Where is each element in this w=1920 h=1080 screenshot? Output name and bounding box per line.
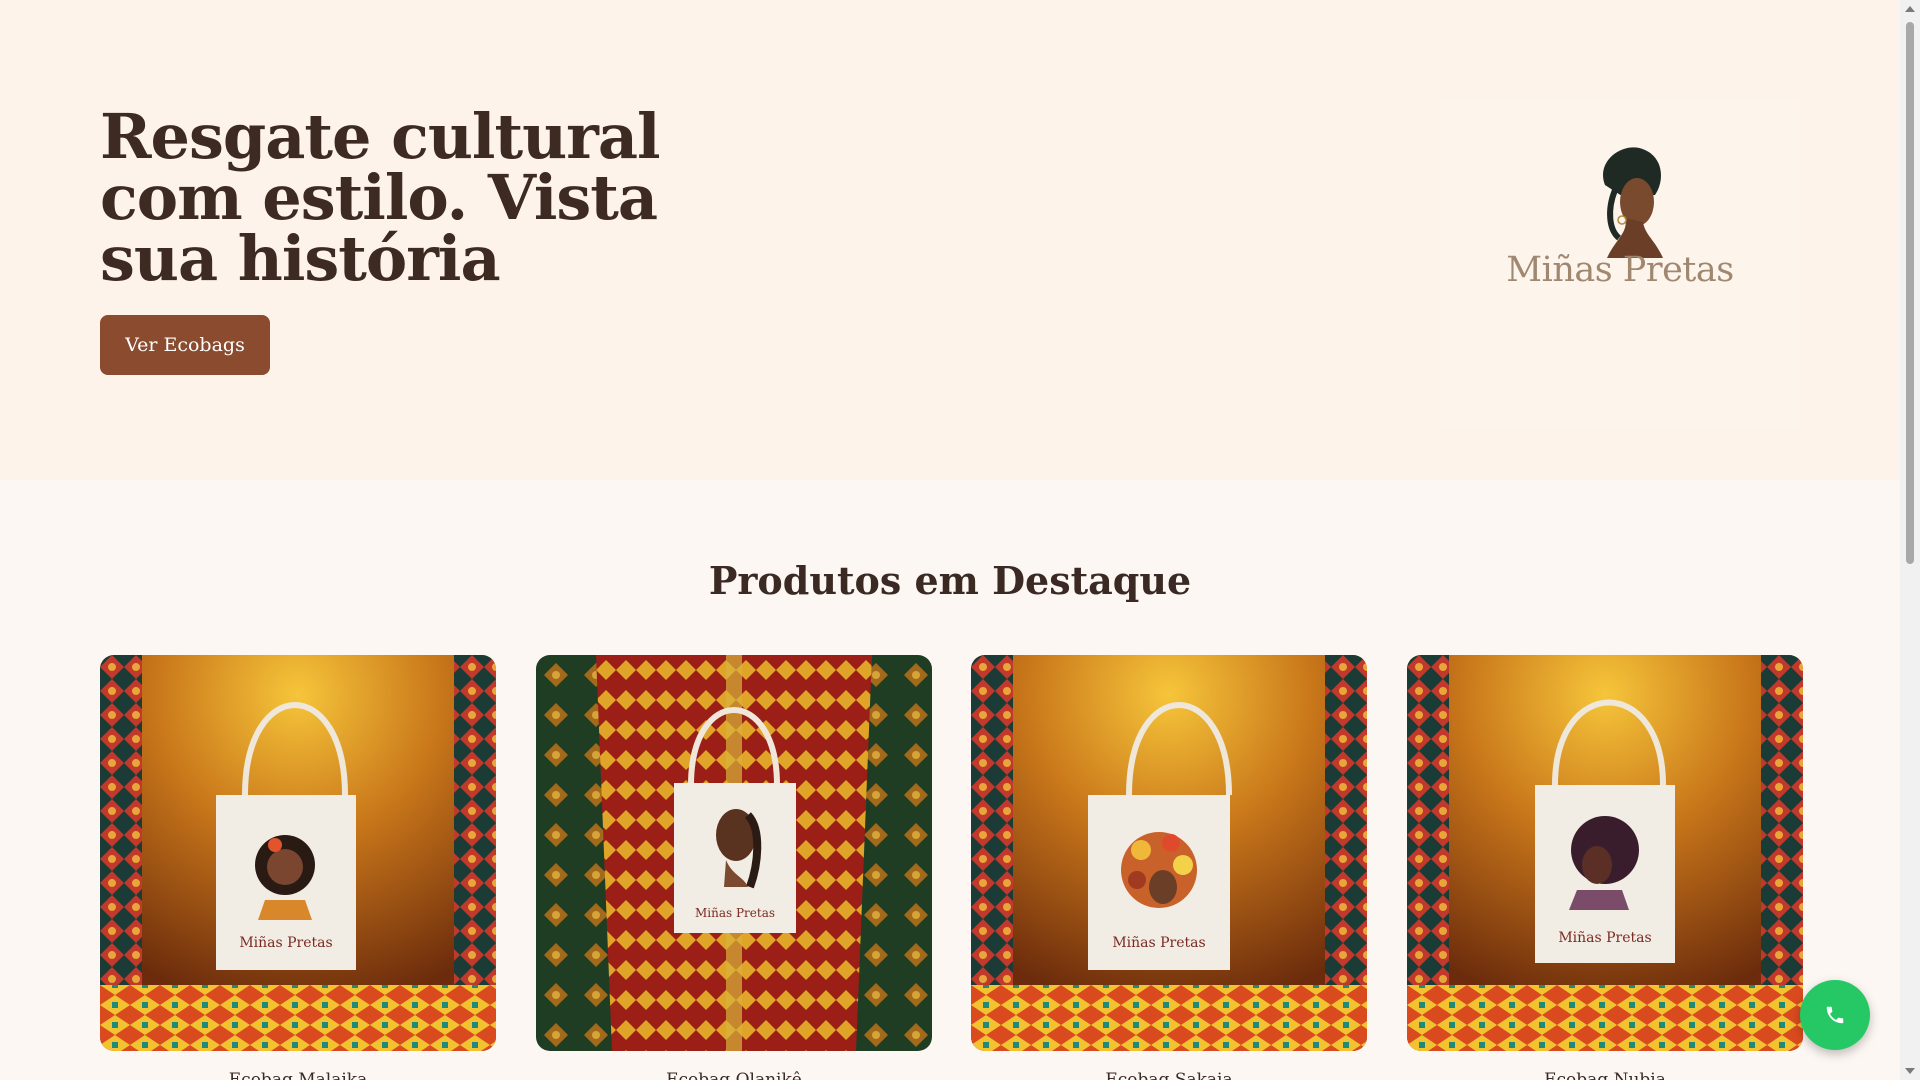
scroll-thumb[interactable] [1906, 22, 1914, 564]
bag-brand-text: Miñas Pretas [239, 935, 332, 951]
bag-brand-text: Miñas Pretas [695, 906, 775, 920]
page-scrollbar[interactable] [1900, 0, 1920, 1080]
product-image: Miñas Pretas [1407, 655, 1803, 1051]
phone-icon [1826, 1006, 1844, 1024]
product-name[interactable]: Ecobag Sakaia [971, 1070, 1367, 1080]
bag-brand-text: Miñas Pretas [1558, 930, 1651, 946]
hero-title: Resgate cultural com estilo. Vista sua h… [100, 100, 661, 295]
product-image: Miñas Pretas [536, 655, 932, 1051]
scroll-down-icon[interactable] [1905, 1068, 1915, 1074]
product-card-nubia[interactable]: Miñas Pretas [1407, 655, 1803, 1051]
scroll-up-icon[interactable] [1905, 6, 1915, 12]
product-card-sakaia[interactable]: Miñas Pretas [971, 655, 1367, 1051]
product-name[interactable]: Ecobag Nubia [1407, 1070, 1803, 1080]
product-image: Miñas Pretas [971, 655, 1367, 1051]
woman-portrait-icon [1603, 147, 1663, 258]
brand-logo: Miñas Pretas [1440, 100, 1800, 430]
product-card-malaika[interactable]: Miñas Pretas [100, 655, 496, 1051]
bag-brand-text: Miñas Pretas [1112, 935, 1205, 951]
logo-text: Miñas Pretas [1506, 250, 1734, 290]
product-name[interactable]: Ecobag Olanikê [536, 1070, 932, 1080]
product-name[interactable]: Ecobag Malaika [100, 1070, 496, 1080]
product-card-olanike[interactable]: Miñas Pretas [536, 655, 932, 1051]
hero-section: Resgate cultural com estilo. Vista sua h… [0, 0, 1900, 480]
ver-ecobags-button[interactable]: Ver Ecobags [100, 315, 270, 375]
product-image: Miñas Pretas [100, 655, 496, 1051]
featured-products-title: Produtos em Destaque [708, 558, 1192, 603]
whatsapp-button[interactable] [1800, 980, 1870, 1050]
